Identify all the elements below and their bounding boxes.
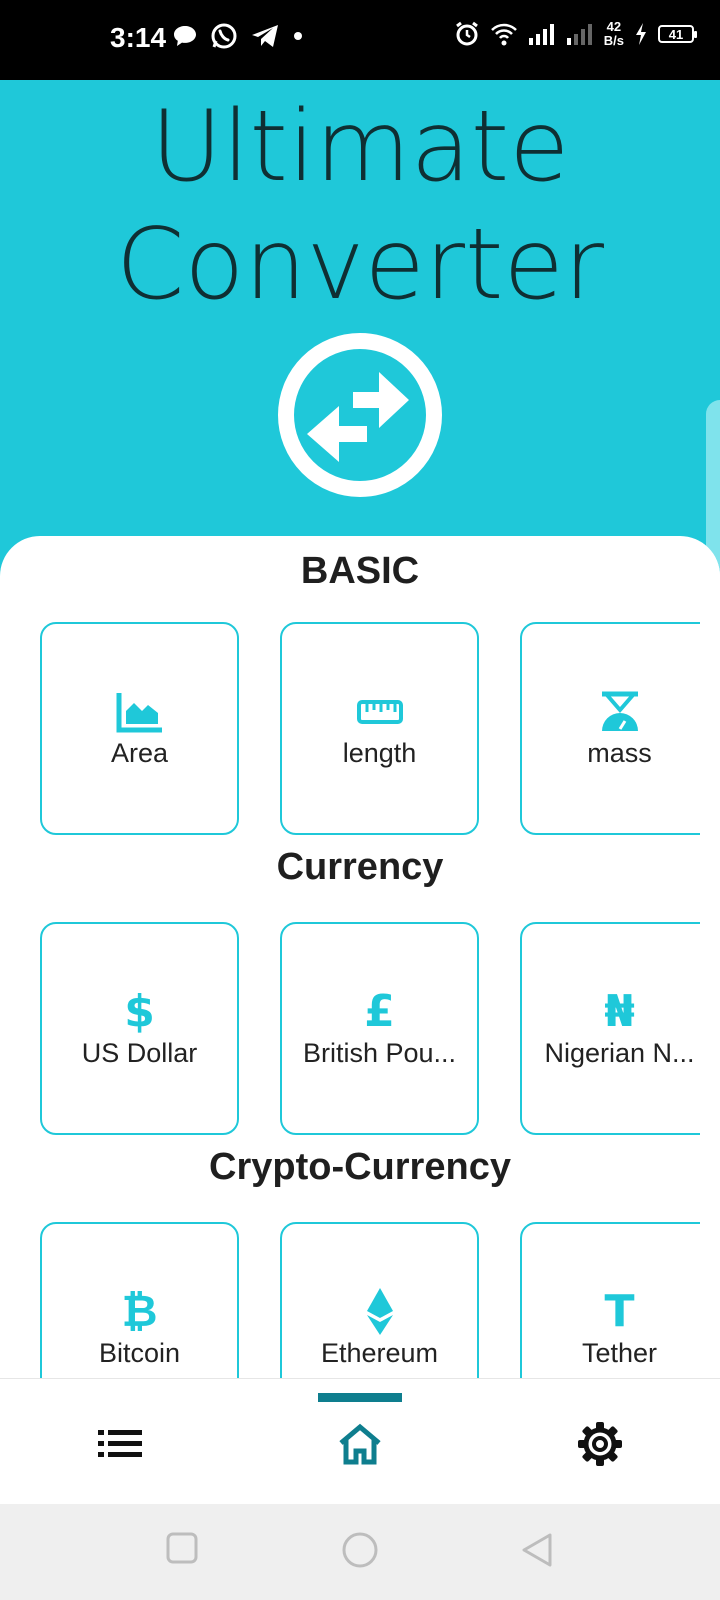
network-speed: 42 B/s <box>604 20 624 48</box>
card-mass[interactable]: mass <box>520 622 719 835</box>
battery-level: 41 <box>668 26 684 42</box>
chat-bubble-icon <box>174 26 196 46</box>
nav-home-button[interactable] <box>320 1409 400 1479</box>
dollar-icon: $ <box>124 986 155 1037</box>
nav-settings-button[interactable] <box>560 1409 640 1479</box>
scroll-edge <box>700 536 720 1378</box>
card-label: British Pou... <box>302 1038 457 1068</box>
signal-weak-icon <box>566 24 592 45</box>
telegram-icon <box>252 25 278 47</box>
app-title-line2: Converter <box>115 208 605 322</box>
back-triangle-icon[interactable] <box>520 1532 554 1568</box>
app-title: Ultimate Converter <box>0 88 720 324</box>
card-bitcoin[interactable]: ₿ Bitcoin <box>40 1222 239 1378</box>
tether-icon: T <box>604 1286 635 1337</box>
wifi-icon <box>490 23 517 46</box>
nav-list-button[interactable] <box>80 1409 160 1479</box>
dot-icon <box>294 32 302 40</box>
card-us-dollar[interactable]: $ US Dollar <box>40 922 239 1135</box>
pound-icon: £ <box>364 986 395 1037</box>
section-title-currency: Currency <box>276 846 444 888</box>
card-area[interactable]: Area <box>40 622 239 835</box>
naira-icon: ₦ <box>604 986 635 1037</box>
card-tether[interactable]: T Tether <box>520 1222 719 1378</box>
card-label: Ethereum <box>320 1338 439 1368</box>
whatsapp-icon <box>211 23 237 49</box>
network-speed-unit: B/s <box>603 33 624 48</box>
app-title-line1: Ultimate <box>150 90 570 204</box>
bitcoin-icon: ₿ <box>121 1286 158 1337</box>
notification-icons <box>172 22 304 50</box>
scale-icon <box>601 691 638 731</box>
card-label: Tether <box>581 1338 658 1368</box>
card-label: length <box>342 738 417 768</box>
gear-icon <box>578 1422 622 1466</box>
card-ethereum[interactable]: Ethereum <box>280 1222 479 1378</box>
active-tab-indicator <box>318 1393 402 1402</box>
network-speed-value: 42 <box>606 19 622 34</box>
list-icon <box>98 1430 142 1457</box>
card-label: mass <box>587 738 652 768</box>
signal-icon <box>528 24 554 45</box>
status-time: 3:14 <box>110 22 167 53</box>
system-navigation-bar <box>0 1504 720 1600</box>
charging-icon <box>636 23 646 45</box>
card-label: Nigerian N... <box>544 1038 695 1068</box>
battery-icon: 41 <box>658 25 697 43</box>
area-chart-icon <box>116 693 162 733</box>
swap-arrows-icon <box>278 333 442 497</box>
card-nigerian-naira[interactable]: ₦ Nigerian N... <box>520 922 719 1135</box>
app-header: Ultimate Converter <box>0 80 720 610</box>
system-status-icons: 42 B/s 41 <box>454 20 697 48</box>
card-label: US Dollar <box>81 1038 198 1068</box>
home-circle-icon[interactable] <box>342 1532 378 1568</box>
recents-icon[interactable] <box>166 1532 198 1564</box>
card-label: Area <box>110 738 169 768</box>
alarm-icon <box>455 21 478 46</box>
status-bar: 3:14 42 B/s 41 <box>0 0 720 80</box>
ethereum-icon <box>366 1288 393 1335</box>
card-length[interactable]: length <box>280 622 479 835</box>
bottom-nav <box>0 1378 720 1504</box>
categories-panel: BASIC Area length mass Currency $ US Dol… <box>0 536 720 1378</box>
home-icon <box>339 1423 381 1465</box>
section-title-basic: BASIC <box>300 550 420 592</box>
ruler-icon <box>356 700 403 724</box>
card-british-pound[interactable]: £ British Pou... <box>280 922 479 1135</box>
section-title-crypto: Crypto-Currency <box>209 1146 511 1188</box>
card-label: Bitcoin <box>98 1338 181 1368</box>
